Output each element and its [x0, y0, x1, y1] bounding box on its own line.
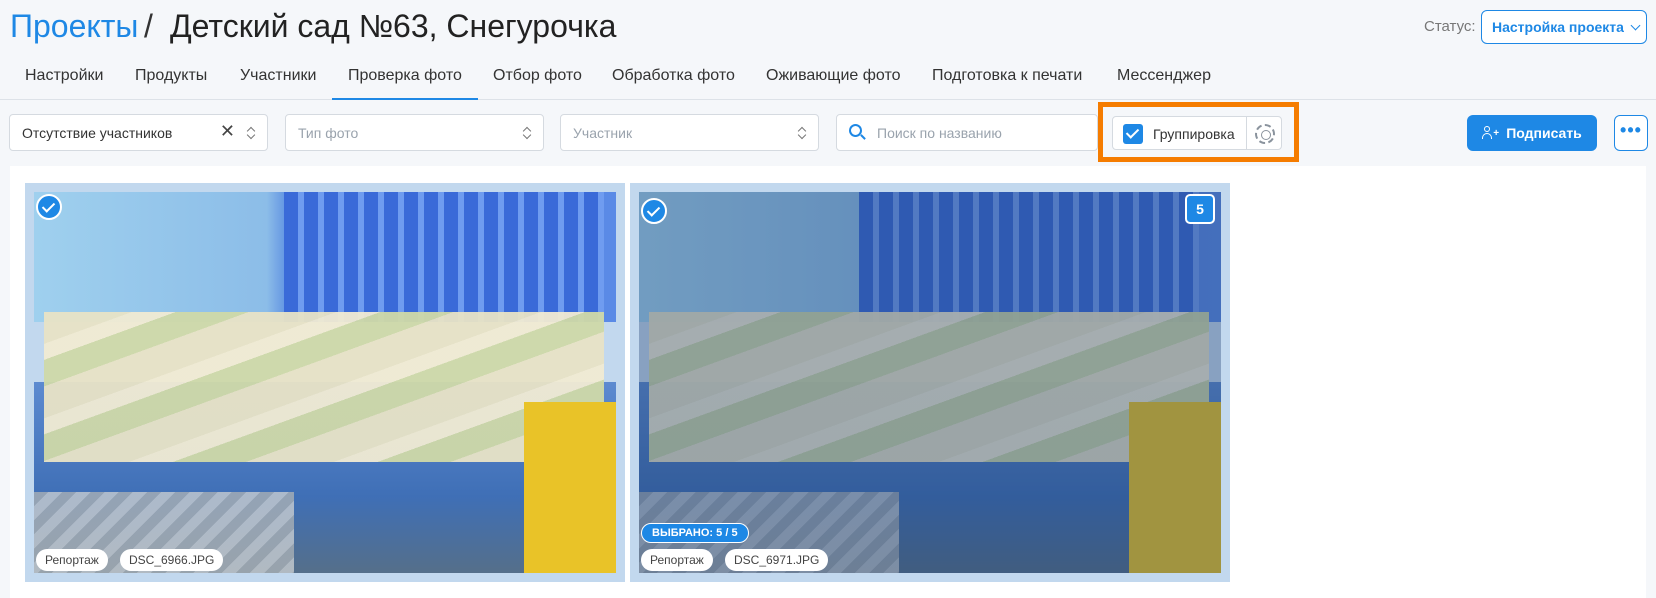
tab-photo-selection[interactable]: Отбор фото	[493, 60, 582, 100]
tab-bar: Настройки Продукты Участники Проверка фо…	[0, 60, 1656, 100]
photo-group-card[interactable]: 5 ВЫБРАНО: 5 / 5 Репортаж DSC_6971.JPG	[630, 183, 1230, 582]
participants-filter-select[interactable]: Отсутствие участников ✕	[9, 114, 268, 151]
grouping-toggle[interactable]: Группировка	[1112, 116, 1282, 150]
search-icon	[849, 123, 867, 142]
tab-settings[interactable]: Настройки	[25, 60, 103, 100]
sort-arrows-icon	[523, 126, 531, 140]
divider	[1246, 117, 1247, 149]
photo-card[interactable]: Репортаж DSC_6966.JPG	[25, 183, 625, 582]
close-icon[interactable]: ✕	[220, 121, 235, 142]
tab-photo-check[interactable]: Проверка фото	[332, 60, 478, 100]
photo-type-placeholder: Тип фото	[298, 124, 359, 141]
participant-select[interactable]: Участник	[560, 114, 819, 151]
search-input[interactable]: Поиск по названию	[836, 114, 1098, 151]
status-label: Статус:	[1424, 18, 1476, 35]
group-count-badge: 5	[1185, 194, 1215, 224]
sign-button[interactable]: + Подписать	[1467, 115, 1597, 151]
status-dropdown[interactable]: Настройка проекта	[1481, 10, 1647, 44]
add-user-icon: +	[1482, 126, 1499, 140]
check-icon[interactable]	[36, 194, 62, 220]
photo-tag-chip: Репортаж	[36, 549, 108, 571]
check-icon[interactable]	[641, 198, 667, 224]
tab-products[interactable]: Продукты	[135, 60, 207, 100]
photo-filename-chip: DSC_6971.JPG	[725, 549, 829, 571]
page-title: Детский сад №63, Снегурочка	[170, 8, 617, 44]
sort-arrows-icon	[247, 126, 255, 140]
participant-placeholder: Участник	[573, 124, 633, 141]
status-value: Настройка проекта	[1492, 19, 1624, 35]
tab-photo-processing[interactable]: Обработка фото	[612, 60, 735, 100]
breadcrumb-projects-link[interactable]: Проекты	[10, 6, 138, 46]
photo-image[interactable]	[639, 192, 1221, 573]
sort-arrows-icon	[798, 126, 806, 140]
photo-type-select[interactable]: Тип фото	[285, 114, 544, 151]
tab-living-photos[interactable]: Оживающие фото	[766, 60, 901, 100]
grouping-label: Группировка	[1153, 126, 1235, 142]
tab-messenger[interactable]: Мессенджер	[1117, 60, 1211, 100]
photo-filename-chip: DSC_6966.JPG	[120, 549, 224, 571]
breadcrumb-separator: /	[144, 8, 153, 44]
chevron-down-icon	[1630, 20, 1641, 30]
page-header: Проекты / Детский сад №63, Снегурочка Ст…	[0, 0, 1656, 60]
search-placeholder: Поиск по названию	[877, 124, 1002, 141]
grouping-checkbox[interactable]	[1123, 124, 1143, 144]
tab-participants[interactable]: Участники	[240, 60, 316, 100]
sign-button-label: Подписать	[1506, 125, 1582, 141]
more-options-button[interactable]: •••	[1614, 115, 1648, 151]
photo-image[interactable]	[34, 192, 616, 573]
participants-filter-value: Отсутствие участников	[22, 124, 173, 141]
gear-icon[interactable]	[1255, 124, 1275, 144]
photo-tag-chip: Репортаж	[641, 549, 713, 571]
tab-print-preparation[interactable]: Подготовка к печати	[932, 60, 1082, 100]
selected-count-badge: ВЫБРАНО: 5 / 5	[641, 523, 749, 543]
